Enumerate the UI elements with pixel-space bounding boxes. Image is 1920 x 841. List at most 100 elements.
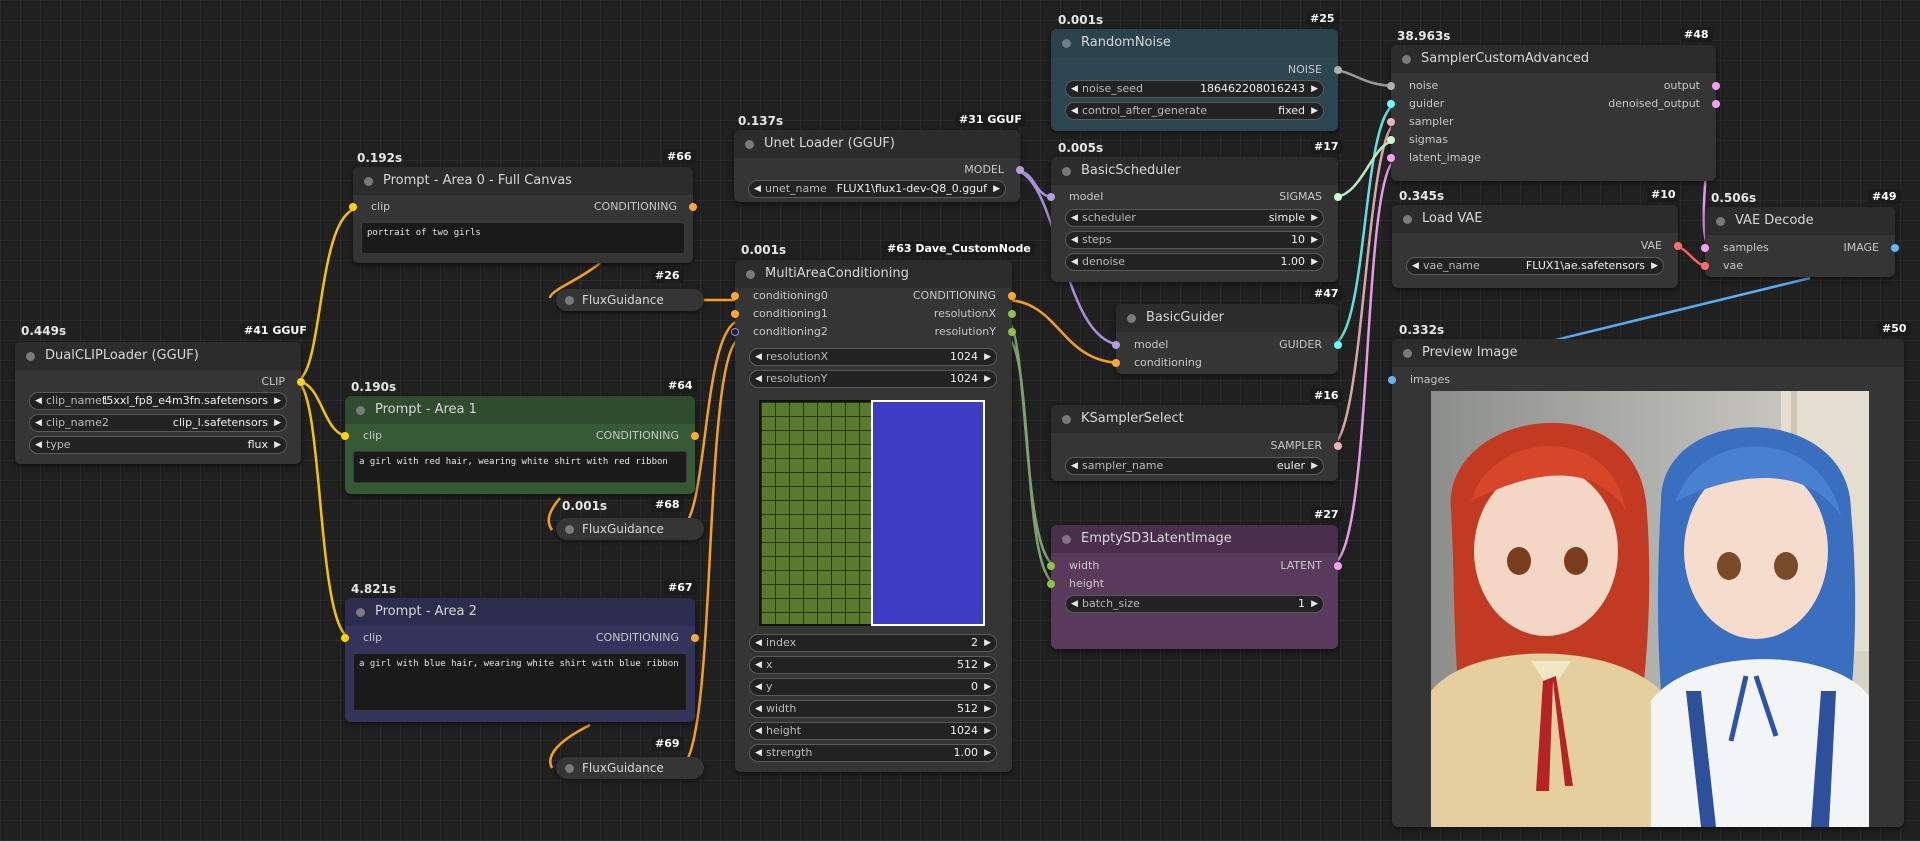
input-socket-clip[interactable] xyxy=(341,432,349,440)
widget-batch-size[interactable]: ◀ batch_size 1 ▶ xyxy=(1065,595,1324,613)
widget-clip-name1[interactable]: ◀ clip_name1 t5xxl_fp8_e4m3fn.safetensors ▶ xyxy=(29,392,287,410)
node-prompt-area-0[interactable]: Prompt - Area 0 - Full Canvas clip CONDI… xyxy=(349,167,697,263)
collapse-dot-icon[interactable] xyxy=(565,296,574,305)
widget-height[interactable]: ◀ height 1024 ▶ xyxy=(749,722,997,740)
node-vae-decode[interactable]: VAE Decode samples vae IMAGE xyxy=(1701,207,1899,277)
node-title[interactable]: VAE Decode xyxy=(1705,207,1895,235)
node-title[interactable]: Prompt - Area 2 xyxy=(345,598,695,626)
widget-control-after-generate[interactable]: ◀ control_after_generate fixed ▶ xyxy=(1065,102,1324,120)
input-socket-height[interactable] xyxy=(1047,580,1055,588)
prompt-text-area[interactable]: a girl with blue hair, wearing white shi… xyxy=(353,653,687,711)
node-randomnoise[interactable]: RandomNoise NOISE ◀ noise_seed 18646220801… xyxy=(1051,29,1342,131)
area-preview-canvas[interactable] xyxy=(759,400,985,626)
input-socket-guider[interactable] xyxy=(1387,100,1395,108)
widget-resolutionx[interactable]: ◀ resolutionX 1024 ▶ xyxy=(749,348,997,366)
collapse-dot-icon[interactable] xyxy=(26,352,35,361)
node-fluxguidance-26[interactable]: FluxGuidance xyxy=(556,289,704,311)
input-socket-samples[interactable] xyxy=(1701,244,1709,252)
input-socket-clip[interactable] xyxy=(349,203,357,211)
widget-x[interactable]: ◀ x 512 ▶ xyxy=(749,656,997,674)
output-socket-output[interactable] xyxy=(1712,82,1720,90)
collapse-dot-icon[interactable] xyxy=(565,525,574,534)
collapse-dot-icon[interactable] xyxy=(1403,215,1412,224)
node-title[interactable]: BasicGuider xyxy=(1116,304,1338,332)
input-socket-conditioning0[interactable] xyxy=(731,292,739,300)
node-title[interactable]: Prompt - Area 0 - Full Canvas xyxy=(353,167,693,195)
output-socket-conditioning[interactable] xyxy=(691,432,699,440)
node-emptysd3latentimage[interactable]: EmptySD3LatentImage width height LATENT … xyxy=(1047,525,1342,649)
collapse-dot-icon[interactable] xyxy=(1062,167,1071,176)
node-fluxguidance-68[interactable]: FluxGuidance xyxy=(556,518,704,540)
node-preview-image[interactable]: Preview Image images xyxy=(1388,339,1904,827)
input-socket-sampler[interactable] xyxy=(1387,118,1395,126)
collapse-dot-icon[interactable] xyxy=(746,270,755,279)
output-socket-vae[interactable] xyxy=(1674,242,1682,250)
output-socket-resolutiony[interactable] xyxy=(1008,328,1016,336)
node-title[interactable]: DualCLIPLoader (GGUF) xyxy=(15,342,301,370)
widget-strength[interactable]: ◀ strength 1.00 ▶ xyxy=(749,744,997,762)
node-title[interactable]: MultiAreaConditioning xyxy=(735,260,1012,288)
output-socket-noise[interactable] xyxy=(1334,66,1342,74)
collapse-dot-icon[interactable] xyxy=(745,140,754,149)
widget-index[interactable]: ◀ index 2 ▶ xyxy=(749,634,997,652)
widget-clip-name2[interactable]: ◀ clip_name2 clip_l.safetensors ▶ xyxy=(29,414,287,432)
collapse-dot-icon[interactable] xyxy=(364,177,373,186)
collapse-dot-icon[interactable] xyxy=(1127,314,1136,323)
collapse-dot-icon[interactable] xyxy=(1402,55,1411,64)
output-socket-latent[interactable] xyxy=(1334,562,1342,570)
collapse-dot-icon[interactable] xyxy=(1062,39,1071,48)
node-unet-loader[interactable]: Unet Loader (GGUF) MODEL ◀ unet_name FLUX1… xyxy=(734,130,1024,202)
output-socket-denoised[interactable] xyxy=(1712,100,1720,108)
prompt-text-area[interactable]: portrait of two girls xyxy=(361,222,685,254)
collapse-dot-icon[interactable] xyxy=(1062,535,1071,544)
input-socket-conditioning2[interactable] xyxy=(731,328,739,336)
input-socket-conditioning1[interactable] xyxy=(731,310,739,318)
node-title[interactable]: Prompt - Area 1 xyxy=(345,396,695,424)
output-socket-sampler[interactable] xyxy=(1334,442,1342,450)
input-socket-width[interactable] xyxy=(1047,562,1055,570)
node-title[interactable]: Preview Image xyxy=(1392,339,1904,367)
node-ksamplerselect[interactable]: KSamplerSelect SAMPLER ◀ sampler_name eule… xyxy=(1051,405,1342,481)
widget-denoise[interactable]: ◀ denoise 1.00 ▶ xyxy=(1065,253,1324,271)
node-title[interactable]: BasicScheduler xyxy=(1051,157,1338,185)
output-socket-sigmas[interactable] xyxy=(1334,193,1342,201)
input-socket-noise[interactable] xyxy=(1387,82,1395,90)
collapse-dot-icon[interactable] xyxy=(565,764,574,773)
collapse-dot-icon[interactable] xyxy=(356,608,365,617)
node-multiareaconditioning[interactable]: MultiAreaConditioning conditioning0 cond… xyxy=(731,260,1016,772)
input-socket-latent-image[interactable] xyxy=(1387,154,1395,162)
widget-type[interactable]: ◀ type flux ▶ xyxy=(29,436,287,454)
node-title[interactable]: Unet Loader (GGUF) xyxy=(734,130,1020,158)
widget-width[interactable]: ◀ width 512 ▶ xyxy=(749,700,997,718)
collapse-dot-icon[interactable] xyxy=(356,406,365,415)
output-socket-model[interactable] xyxy=(1016,166,1024,174)
input-socket-conditioning[interactable] xyxy=(1112,359,1120,367)
widget-sampler-name[interactable]: ◀ sampler_name euler ▶ xyxy=(1065,457,1324,475)
input-socket-images[interactable] xyxy=(1388,376,1396,384)
output-socket-conditioning[interactable] xyxy=(689,203,697,211)
node-title[interactable]: SamplerCustomAdvanced xyxy=(1391,45,1716,73)
input-socket-clip[interactable] xyxy=(341,634,349,642)
collapse-dot-icon[interactable] xyxy=(1062,415,1071,424)
node-dualcliploader[interactable]: DualCLIPLoader (GGUF) CLIP ◀ clip_name1 t5… xyxy=(15,342,305,464)
node-samplercustomadvanced[interactable]: SamplerCustomAdvanced noise guider sampl… xyxy=(1387,45,1720,181)
node-title[interactable]: EmptySD3LatentImage xyxy=(1051,525,1338,553)
node-basicscheduler[interactable]: BasicScheduler model SIGMAS ◀ scheduler si… xyxy=(1047,157,1342,282)
input-socket-model[interactable] xyxy=(1112,341,1120,349)
widget-resolutiony[interactable]: ◀ resolutionY 1024 ▶ xyxy=(749,370,997,388)
output-socket-clip[interactable] xyxy=(297,378,305,386)
preview-output-image[interactable] xyxy=(1431,391,1869,827)
output-socket-image[interactable] xyxy=(1891,244,1899,252)
widget-vae-name[interactable]: ◀ vae_name FLUX1\ae.safetensors ▶ xyxy=(1406,257,1664,275)
output-socket-conditioning[interactable] xyxy=(1008,292,1016,300)
collapse-dot-icon[interactable] xyxy=(1716,217,1725,226)
node-title[interactable]: Load VAE xyxy=(1392,205,1678,233)
node-title[interactable]: KSamplerSelect xyxy=(1051,405,1338,433)
output-socket-resolutionx[interactable] xyxy=(1008,310,1016,318)
widget-steps[interactable]: ◀ steps 10 ▶ xyxy=(1065,231,1324,249)
node-basicguider[interactable]: BasicGuider model conditioning GUIDER xyxy=(1112,304,1342,374)
node-fluxguidance-69[interactable]: FluxGuidance xyxy=(556,757,704,779)
widget-scheduler[interactable]: ◀ scheduler simple ▶ xyxy=(1065,209,1324,227)
input-socket-vae[interactable] xyxy=(1701,262,1709,270)
node-prompt-area-2[interactable]: Prompt - Area 2 clip CONDITIONING a girl… xyxy=(341,598,699,722)
